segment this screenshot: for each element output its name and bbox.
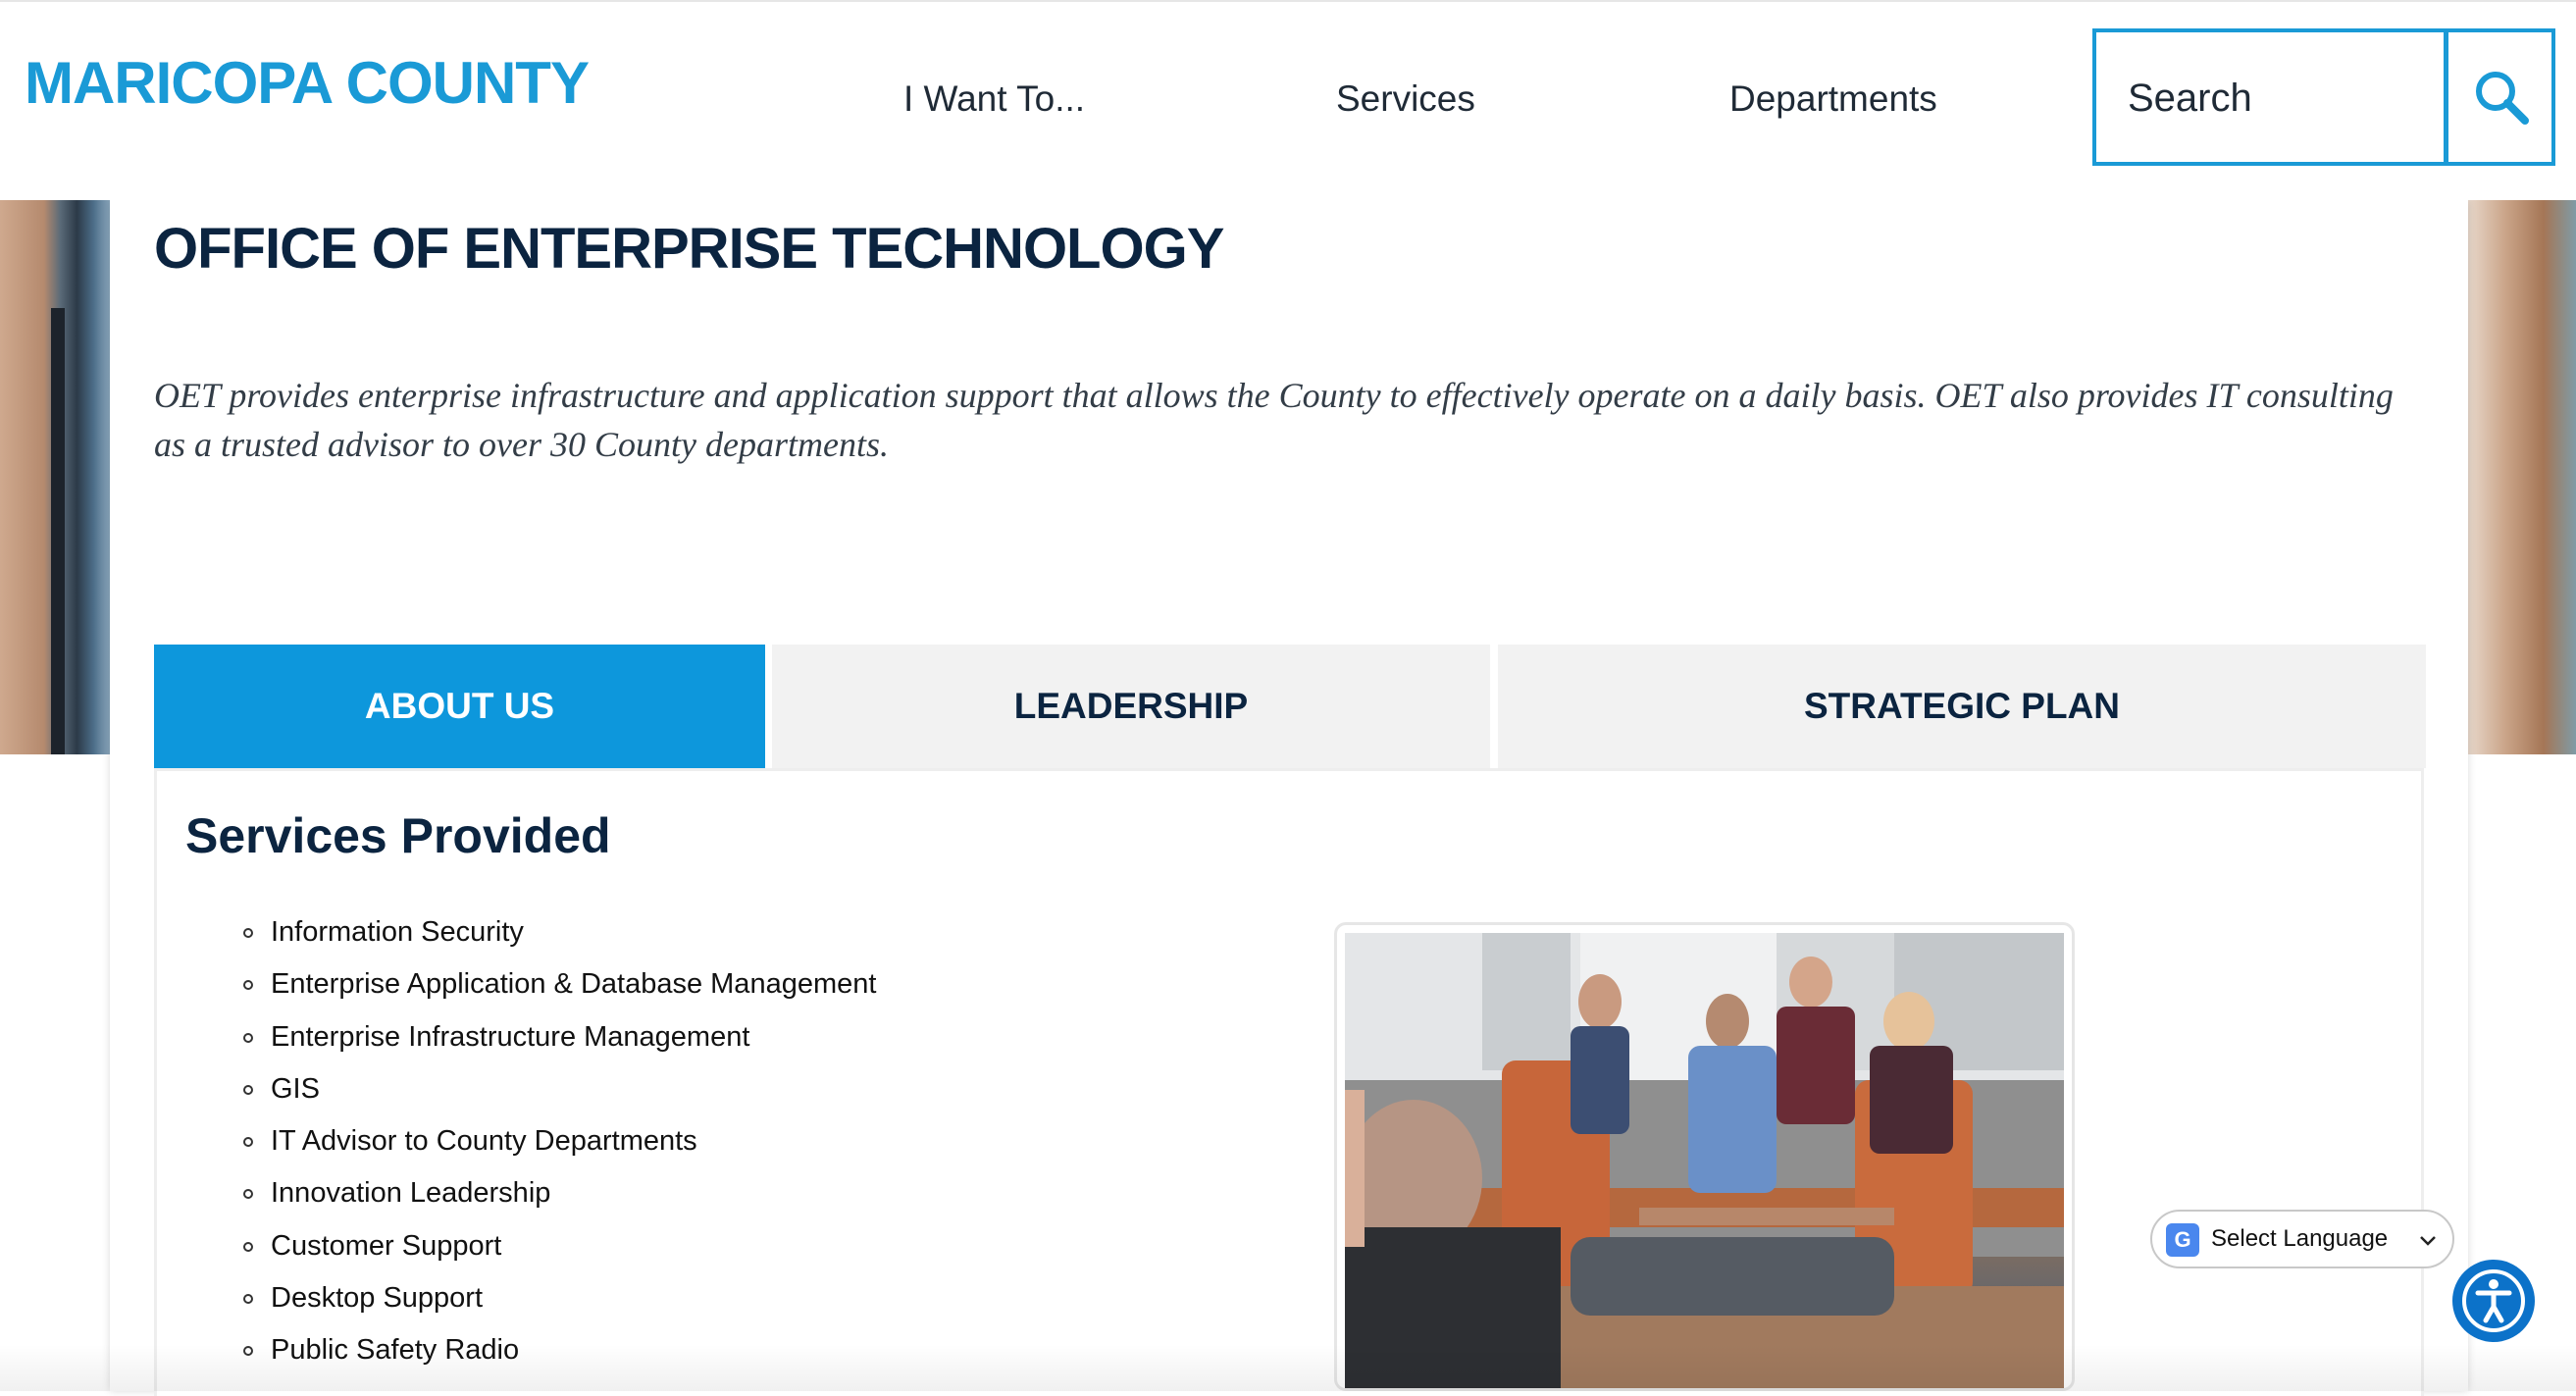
tab-about-us[interactable]: ABOUT US — [154, 645, 765, 768]
monitor-bezel — [51, 308, 65, 754]
search-input[interactable] — [2126, 76, 2434, 122]
search-icon — [2476, 72, 2529, 125]
search-button[interactable] — [2445, 28, 2555, 166]
list-item: Public Safety Radio — [243, 1330, 876, 1382]
tab-leadership[interactable]: LEADERSHIP — [772, 645, 1490, 768]
language-selector[interactable]: G Select Language — [2150, 1210, 2454, 1268]
hero-image-left — [0, 200, 110, 754]
services-heading: Services Provided — [185, 808, 611, 863]
team-meeting-photo — [1345, 933, 2064, 1388]
list-item: Enterprise Application & Database Manage… — [243, 964, 876, 1016]
search-field — [2092, 28, 2447, 166]
nav-services[interactable]: Services — [1336, 78, 1475, 120]
services-list: Information Security Enterprise Applicat… — [243, 912, 876, 1383]
chevron-down-icon — [2420, 1236, 2436, 1246]
photo-illustration — [1345, 933, 2064, 1388]
team-photo-frame — [1334, 922, 2075, 1391]
nav-i-want-to[interactable]: I Want To... — [903, 78, 1085, 120]
site-logo[interactable]: MARICOPA COUNTY — [25, 49, 590, 117]
page-title: OFFICE OF ENTERPRISE TECHNOLOGY — [154, 217, 1224, 281]
tab-bar: ABOUT US LEADERSHIP STRATEGIC PLAN — [154, 645, 2426, 768]
site-header: MARICOPA COUNTY I Want To... Services De… — [0, 0, 2576, 200]
list-item: Customer Support — [243, 1226, 876, 1278]
list-item: IT Advisor to County Departments — [243, 1121, 876, 1173]
list-item: Desktop Support — [243, 1278, 876, 1330]
list-item: Information Security — [243, 912, 876, 964]
tab-strategic-plan[interactable]: STRATEGIC PLAN — [1498, 645, 2426, 768]
list-item: Enterprise Infrastructure Management — [243, 1017, 876, 1069]
accessibility-icon — [2462, 1269, 2525, 1332]
accessibility-button[interactable] — [2452, 1260, 2535, 1342]
page-description: OET provides enterprise infrastructure a… — [154, 376, 2394, 464]
google-translate-icon: G — [2166, 1223, 2199, 1257]
hero-image-right — [2468, 200, 2576, 754]
nav-departments[interactable]: Departments — [1729, 78, 1937, 120]
language-selector-label: Select Language — [2211, 1225, 2389, 1252]
list-item: Innovation Leadership — [243, 1173, 876, 1225]
list-item: GIS — [243, 1069, 876, 1121]
